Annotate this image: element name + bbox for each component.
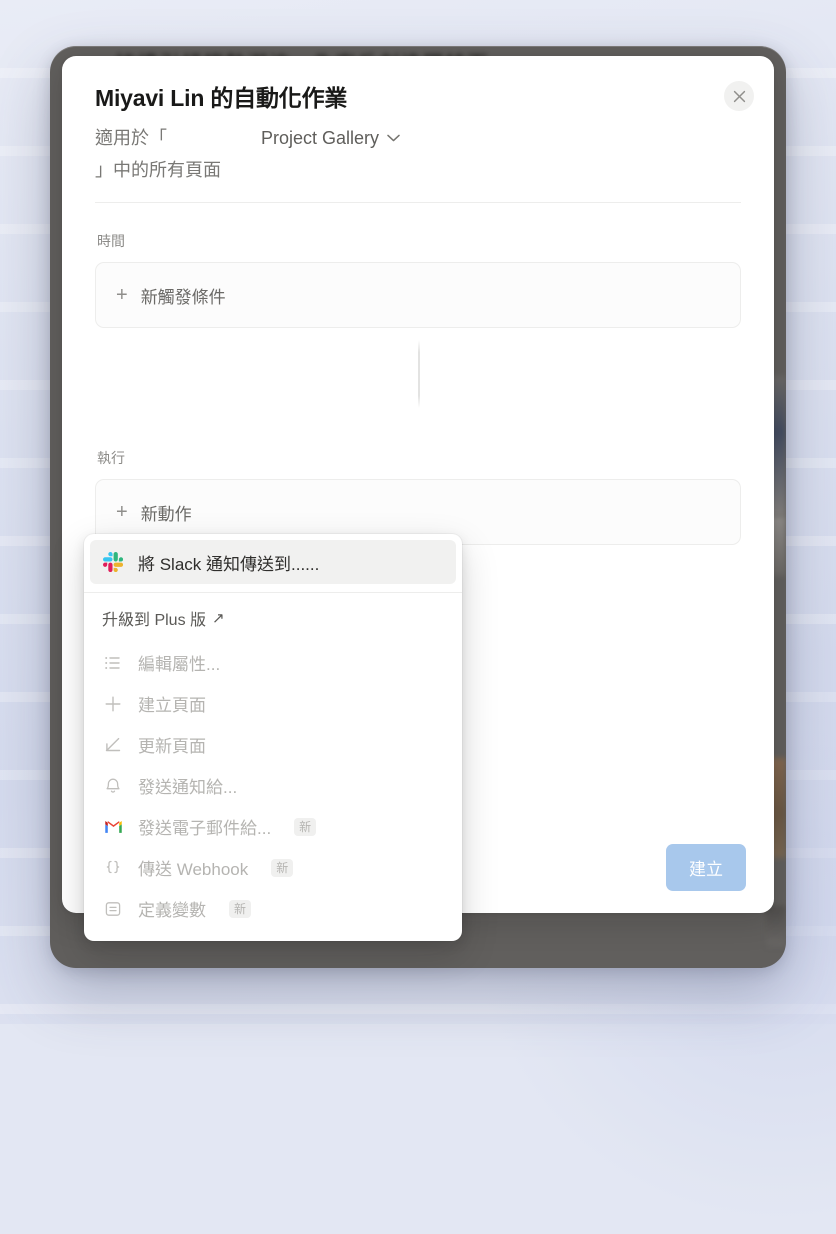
new-badge: 新 <box>229 899 252 918</box>
upgrade-to-plus-link[interactable]: 升級到 Plus 版 ↗ <box>84 597 462 642</box>
subtitle-suffix: 」中的所有頁面 <box>95 160 221 180</box>
menu-item-label: 定義變數 <box>138 901 206 920</box>
add-trigger-label: 新觸發條件 <box>140 287 226 307</box>
menu-item-send-email[interactable]: 發送電子郵件給... 新 <box>90 806 456 847</box>
upgrade-label: 升級到 Plus 版 <box>102 612 207 629</box>
close-button[interactable] <box>724 81 754 111</box>
add-trigger-button[interactable]: + 新觸發條件 <box>95 262 741 328</box>
bell-icon <box>102 775 124 797</box>
plus-icon <box>102 693 124 715</box>
add-action-label: 新動作 <box>140 504 192 524</box>
page-title: Miyavi Lin 的自動化作業 <box>95 85 348 111</box>
slack-icon <box>102 551 124 573</box>
external-link-arrow-icon: ↗ <box>212 610 225 627</box>
menu-item-send-webhook[interactable]: 傳送 Webhook 新 <box>90 847 456 888</box>
modal-footer: 建立 <box>666 844 746 891</box>
chevron-down-icon <box>387 134 400 142</box>
list-icon <box>102 652 124 674</box>
braces-icon <box>102 857 124 879</box>
menu-item-create-page[interactable]: 建立頁面 <box>90 683 456 724</box>
flow-connector-line <box>418 340 420 408</box>
menu-item-label: 更新頁面 <box>138 737 206 756</box>
new-badge: 新 <box>271 858 294 877</box>
menu-divider <box>84 592 462 593</box>
flow-connector <box>95 328 741 420</box>
menu-item-label: 發送通知給... <box>138 778 238 797</box>
modal-subtitle: 適用於「 Project Gallery 」中的所有頁面 <box>95 122 741 186</box>
trigger-section-label: 時間 <box>97 233 125 249</box>
pencil-icon <box>102 734 124 756</box>
variable-box-icon <box>102 898 124 920</box>
menu-item-label: 建立頁面 <box>138 696 206 715</box>
plus-icon: + <box>116 501 128 523</box>
plus-icon: + <box>116 284 128 306</box>
menu-item-label: 發送電子郵件給... <box>138 819 272 838</box>
menu-item-slack[interactable]: 將 Slack 通知傳送到...... <box>90 540 456 584</box>
menu-item-edit-property[interactable]: 編輯屬性... <box>90 642 456 683</box>
subtitle-prefix: 適用於「 <box>95 128 167 148</box>
modal-body: Miyavi Lin 的自動化作業 適用於「 Project Gallery 」中… <box>62 56 774 545</box>
background-content-sliver <box>766 906 786 946</box>
menu-item-define-variable[interactable]: 定義變數 新 <box>90 888 456 929</box>
header-divider <box>95 202 741 203</box>
menu-item-label: 編輯屬性... <box>138 655 221 674</box>
action-type-dropdown: 將 Slack 通知傳送到...... 升級到 Plus 版 ↗ 編輯屬性...… <box>84 534 462 941</box>
scope-select-value: Project Gallery <box>261 128 380 148</box>
scope-select[interactable]: Project Gallery <box>259 122 402 154</box>
new-badge: 新 <box>294 817 317 836</box>
menu-item-label: 傳送 Webhook <box>138 860 249 879</box>
menu-item-send-notification[interactable]: 發送通知給... <box>90 765 456 806</box>
close-icon <box>733 90 746 103</box>
create-button[interactable]: 建立 <box>666 844 746 891</box>
action-section-label: 執行 <box>97 450 125 466</box>
menu-item-label: 將 Slack 通知傳送到...... <box>138 554 320 574</box>
menu-item-update-page[interactable]: 更新頁面 <box>90 724 456 765</box>
gmail-icon <box>102 816 124 838</box>
